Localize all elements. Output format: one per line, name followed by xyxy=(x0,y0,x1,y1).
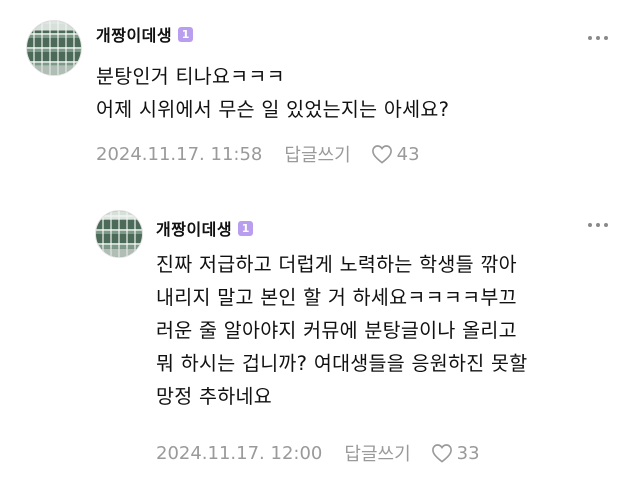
comment-line: 진짜 저급하고 더럽게 노력하는 학생들 깎아 xyxy=(156,253,517,276)
comment-line: 분탕인거 티나요ㅋㅋㅋ xyxy=(96,65,285,88)
comment-line: 뭐 하시는 겁니까? 여대생들을 응원하진 못할 xyxy=(156,352,528,375)
heart-icon xyxy=(371,145,392,164)
username[interactable]: 개짱이데생 xyxy=(96,22,172,46)
like-button[interactable]: 33 xyxy=(431,443,480,464)
comment-meta: 2024.11.17. 12:00 답글쓰기 33 xyxy=(156,440,480,466)
comment-meta: 2024.11.17. 11:58 답글쓰기 43 xyxy=(96,141,420,167)
comment: 개짱이데생 1 분탕인거 티나요ㅋㅋㅋ 어제 시위에서 무슨 일 있었는지는 아… xyxy=(0,0,640,180)
heart-icon xyxy=(431,444,452,463)
comment-date: 2024.11.17. 12:00 xyxy=(156,442,323,464)
level-badge-icon: 1 xyxy=(178,26,194,42)
reply-button[interactable]: 답글쓰기 xyxy=(344,440,410,466)
comment-line: 망정 추하네요 xyxy=(156,385,272,408)
comment-header: 개짱이데생 1 xyxy=(156,216,254,240)
like-count: 33 xyxy=(456,442,480,464)
comment-line: 내리지 말고 본인 할 거 하세요ㅋㅋㅋㅋ부끄 xyxy=(156,286,517,309)
like-count: 43 xyxy=(396,143,420,165)
comment-date: 2024.11.17. 11:58 xyxy=(96,143,263,165)
level-badge-icon: 1 xyxy=(238,220,254,236)
avatar[interactable] xyxy=(26,20,82,76)
more-dots-icon[interactable] xyxy=(588,36,608,40)
comment-line: 어제 시위에서 무슨 일 있었는지는 아세요? xyxy=(96,98,450,121)
like-button[interactable]: 43 xyxy=(371,144,420,165)
username[interactable]: 개짱이데생 xyxy=(156,216,232,240)
comment-header: 개짱이데생 1 xyxy=(96,22,194,46)
avatar[interactable] xyxy=(95,210,143,258)
comment-body: 진짜 저급하고 더럽게 노력하는 학생들 깎아 내리지 말고 본인 할 거 하세… xyxy=(156,248,527,413)
comment-body: 분탕인거 티나요ㅋㅋㅋ 어제 시위에서 무슨 일 있었는지는 아세요? xyxy=(96,60,449,126)
comment-line: 러운 줄 알아야지 커뮤에 분탕글이나 올리고 xyxy=(156,319,517,342)
more-dots-icon[interactable] xyxy=(588,223,608,227)
reply-button[interactable]: 답글쓰기 xyxy=(284,141,350,167)
reply-comment: 개짱이데생 1 진짜 저급하고 더럽게 노력하는 학생들 깎아 내리지 말고 본… xyxy=(0,190,640,488)
